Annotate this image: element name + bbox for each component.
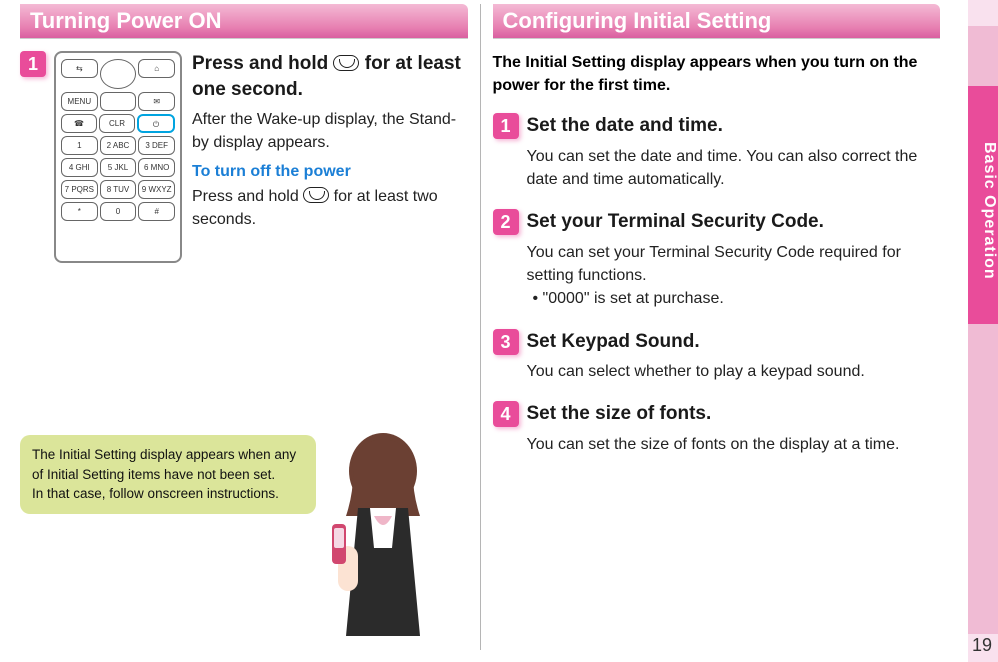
key-top-left: ⇆ — [61, 59, 98, 78]
right-column: Configuring Initial Setting The Initial … — [485, 4, 949, 650]
column-separator — [480, 4, 481, 650]
key-power-highlighted: ⏻ — [137, 114, 175, 133]
left-column: Turning Power ON 1 ⇆ ⌂ MENU ✉ ☎ CLR ⏻ — [12, 4, 476, 650]
key-select — [100, 92, 137, 111]
step-text: You can select whether to play a keypad … — [527, 360, 941, 383]
key-6: 6 MNO — [138, 158, 175, 177]
key-nav — [100, 59, 137, 89]
step-text-1: After the Wake-up display, the Stand-by … — [192, 108, 468, 154]
key-0: 0 — [100, 202, 137, 221]
step-head-a: Press and hold — [192, 53, 333, 74]
step-date-time: 1 Set the date and time. You can set the… — [493, 113, 941, 191]
section-title-left: Turning Power ON — [20, 4, 468, 39]
key-4: 4 GHI — [61, 158, 98, 177]
subheading-turn-off: To turn off the power — [192, 163, 468, 181]
step-number: 1 — [493, 113, 519, 139]
key-2: 2 ABC — [100, 136, 137, 155]
key-1: 1 — [61, 136, 98, 155]
step-number: 2 — [493, 209, 519, 235]
key-top-right: ⌂ — [138, 59, 175, 78]
intro-text: The Initial Setting display appears when… — [493, 51, 941, 97]
step-power-on: 1 ⇆ ⌂ MENU ✉ ☎ CLR ⏻ 1 — [20, 51, 468, 263]
step-heading: Set your Terminal Security Code. — [527, 209, 941, 235]
key-call: ☎ — [61, 114, 97, 133]
key-mail: ✉ — [138, 92, 175, 111]
key-3: 3 DEF — [138, 136, 175, 155]
step-heading: Set Keypad Sound. — [527, 329, 941, 355]
step-text: You can set the size of fonts on the dis… — [527, 433, 941, 456]
key-hash: # — [138, 202, 175, 221]
step-security-code: 2 Set your Terminal Security Code. You c… — [493, 209, 941, 310]
end-key-icon — [303, 187, 329, 203]
key-7: 7 PQRS — [61, 180, 98, 199]
key-5: 5 JKL — [100, 158, 137, 177]
sidetab-spacer-bottom — [968, 324, 998, 634]
step-text: You can set the date and time. You can a… — [527, 145, 941, 191]
page-spread: Turning Power ON 1 ⇆ ⌂ MENU ✉ ☎ CLR ⏻ — [0, 0, 960, 662]
key-clr: CLR — [99, 114, 135, 133]
character-illustration — [308, 416, 458, 646]
step-body: Press and hold for at least one second. … — [192, 51, 468, 263]
side-tab-label: Basic Operation — [968, 86, 998, 324]
end-key-icon — [333, 55, 359, 71]
step-text-2: Press and hold for at least two seconds. — [192, 185, 468, 231]
step-number: 3 — [493, 329, 519, 355]
step-text-2a: Press and hold — [192, 188, 303, 205]
key-star: * — [61, 202, 98, 221]
step-bullet: • "0000" is set at purchase. — [533, 287, 941, 310]
step-number: 4 — [493, 401, 519, 427]
sidetab-spacer-top — [968, 26, 998, 86]
step-number: 1 — [20, 51, 46, 77]
step-heading: Press and hold for at least one second. — [192, 51, 468, 102]
key-9: 9 WXYZ — [138, 180, 175, 199]
step-text: You can set your Terminal Security Code … — [527, 241, 941, 287]
step-heading: Set the date and time. — [527, 113, 941, 139]
key-menu: MENU — [61, 92, 98, 111]
key-8: 8 TUV — [100, 180, 137, 199]
page-number: 19 — [972, 635, 992, 656]
step-heading: Set the size of fonts. — [527, 401, 941, 427]
step-font-size: 4 Set the size of fonts. You can set the… — [493, 401, 941, 456]
speech-bubble: The Initial Setting display appears when… — [20, 435, 316, 514]
section-title-right: Configuring Initial Setting — [493, 4, 941, 39]
step-keypad-sound: 3 Set Keypad Sound. You can select wheth… — [493, 329, 941, 384]
phone-keypad-illustration: ⇆ ⌂ MENU ✉ ☎ CLR ⏻ 1 2 ABC 3 DEF — [54, 51, 182, 263]
